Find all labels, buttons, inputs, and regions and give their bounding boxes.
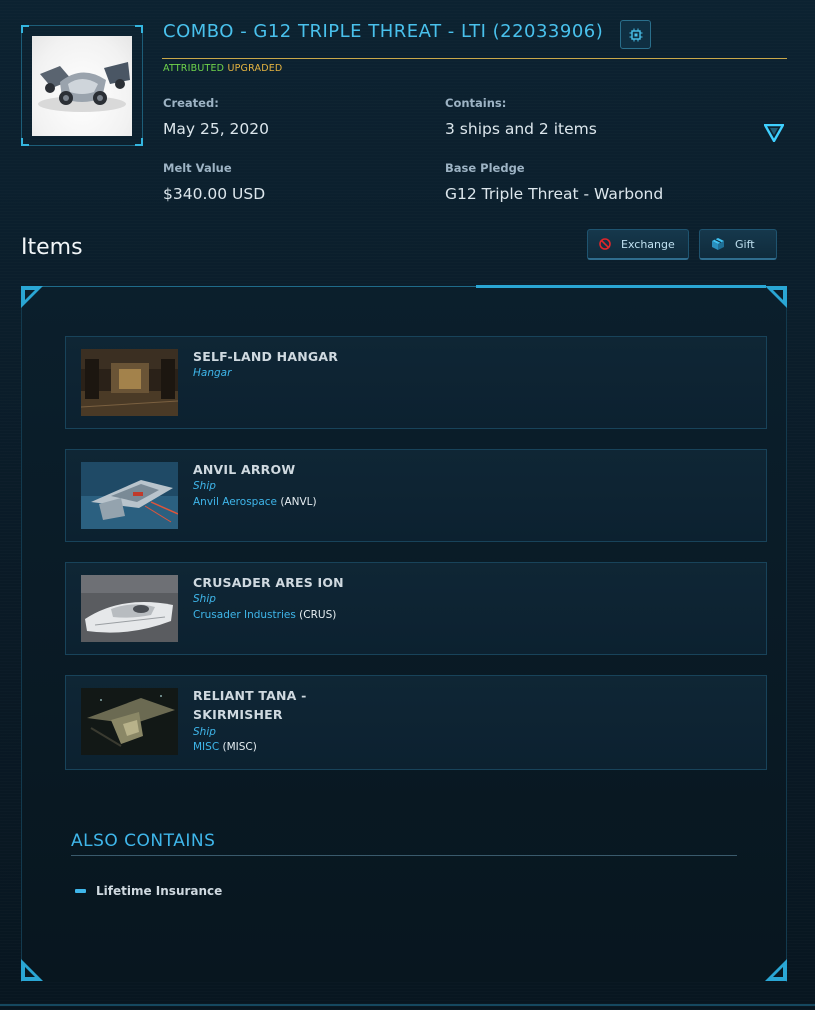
frame-corner (21, 138, 29, 146)
item-manufacturer: MISC (MISC) (193, 741, 257, 753)
frame-corner (21, 25, 29, 33)
manufacturer-code: (MISC) (222, 741, 257, 753)
gift-box-icon (711, 237, 725, 251)
status-badges: ATTRIBUTED UPGRADED (163, 63, 282, 74)
page-bottom-border (0, 1004, 815, 1006)
item-manufacturer: Crusader Industries (CRUS) (193, 609, 336, 621)
item-type: Hangar (193, 367, 232, 379)
manufacturer-name: Anvil Aerospace (193, 496, 277, 508)
created-label: Created: (163, 96, 219, 110)
also-contains-label: Lifetime Insurance (96, 884, 223, 898)
triangle-down-icon (762, 123, 786, 144)
panel-top-highlight (476, 285, 766, 288)
also-contains-heading: ALSO CONTAINS (71, 831, 216, 851)
gift-button[interactable]: Gift (699, 229, 777, 260)
panel-corner-bottom-left (21, 959, 43, 981)
manufacturer-code: (ANVL) (280, 496, 317, 508)
item-thumbnail (81, 349, 178, 416)
panel-corner-top-right (765, 286, 787, 308)
item-type: Ship (193, 726, 216, 738)
contains-value: 3 ships and 2 items (445, 120, 597, 138)
item-type: Ship (193, 480, 216, 492)
list-item[interactable]: RELIANT TANA - SKIRMISHER Ship MISC (MIS… (65, 675, 767, 770)
item-name: CRUSADER ARES ION (193, 575, 344, 590)
list-item[interactable]: CRUSADER ARES ION Ship Crusader Industri… (65, 562, 767, 655)
base-pledge-label: Base Pledge (445, 161, 525, 175)
chip-icon (629, 28, 642, 41)
frame-corner (135, 25, 143, 33)
chip-button[interactable] (620, 20, 651, 49)
pledge-thumbnail-frame[interactable] (21, 25, 143, 146)
item-thumbnail (81, 462, 178, 529)
panel-corner-top-left (21, 286, 43, 308)
item-thumbnail (81, 688, 178, 755)
panel-corner-bottom-right (765, 959, 787, 981)
item-manufacturer: Anvil Aerospace (ANVL) (193, 496, 317, 508)
also-contains-divider (71, 855, 737, 856)
item-name: ANVIL ARROW (193, 462, 296, 477)
manufacturer-name: MISC (193, 741, 220, 753)
item-name: SELF-LAND HANGAR (193, 349, 339, 364)
pledge-title: COMBO - G12 TRIPLE THREAT - LTI (2203390… (163, 21, 604, 42)
item-name-line: SKIRMISHER (193, 707, 283, 722)
item-name-line: RELIANT TANA - (193, 688, 307, 703)
item-name: RELIANT TANA - SKIRMISHER (193, 686, 307, 724)
title-divider (162, 58, 787, 59)
base-pledge-value: G12 Triple Threat - Warbond (445, 185, 664, 203)
items-heading: Items (21, 235, 83, 260)
item-thumbnail (81, 575, 178, 642)
also-contains-item: Lifetime Insurance (75, 884, 222, 898)
list-item[interactable]: SELF-LAND HANGAR Hangar (65, 336, 767, 429)
contains-label: Contains: (445, 96, 507, 110)
pledge-thumbnail-image (32, 36, 132, 136)
gift-label: Gift (735, 237, 755, 251)
exchange-button[interactable]: Exchange (587, 229, 689, 260)
bullet-dash-icon (75, 889, 86, 893)
frame-corner (135, 138, 143, 146)
list-item[interactable]: ANVIL ARROW Ship Anvil Aerospace (ANVL) (65, 449, 767, 542)
item-type: Ship (193, 593, 216, 605)
manufacturer-name: Crusader Industries (193, 609, 296, 621)
upgraded-badge: UPGRADED (227, 63, 283, 74)
attributed-badge: ATTRIBUTED (163, 63, 225, 74)
melt-value-label: Melt Value (163, 161, 232, 175)
expand-toggle[interactable] (762, 123, 786, 146)
no-entry-icon (599, 238, 611, 250)
melt-value: $340.00 USD (163, 185, 266, 203)
manufacturer-code: (CRUS) (299, 609, 337, 621)
created-value: May 25, 2020 (163, 120, 269, 138)
exchange-label: Exchange (621, 237, 675, 251)
